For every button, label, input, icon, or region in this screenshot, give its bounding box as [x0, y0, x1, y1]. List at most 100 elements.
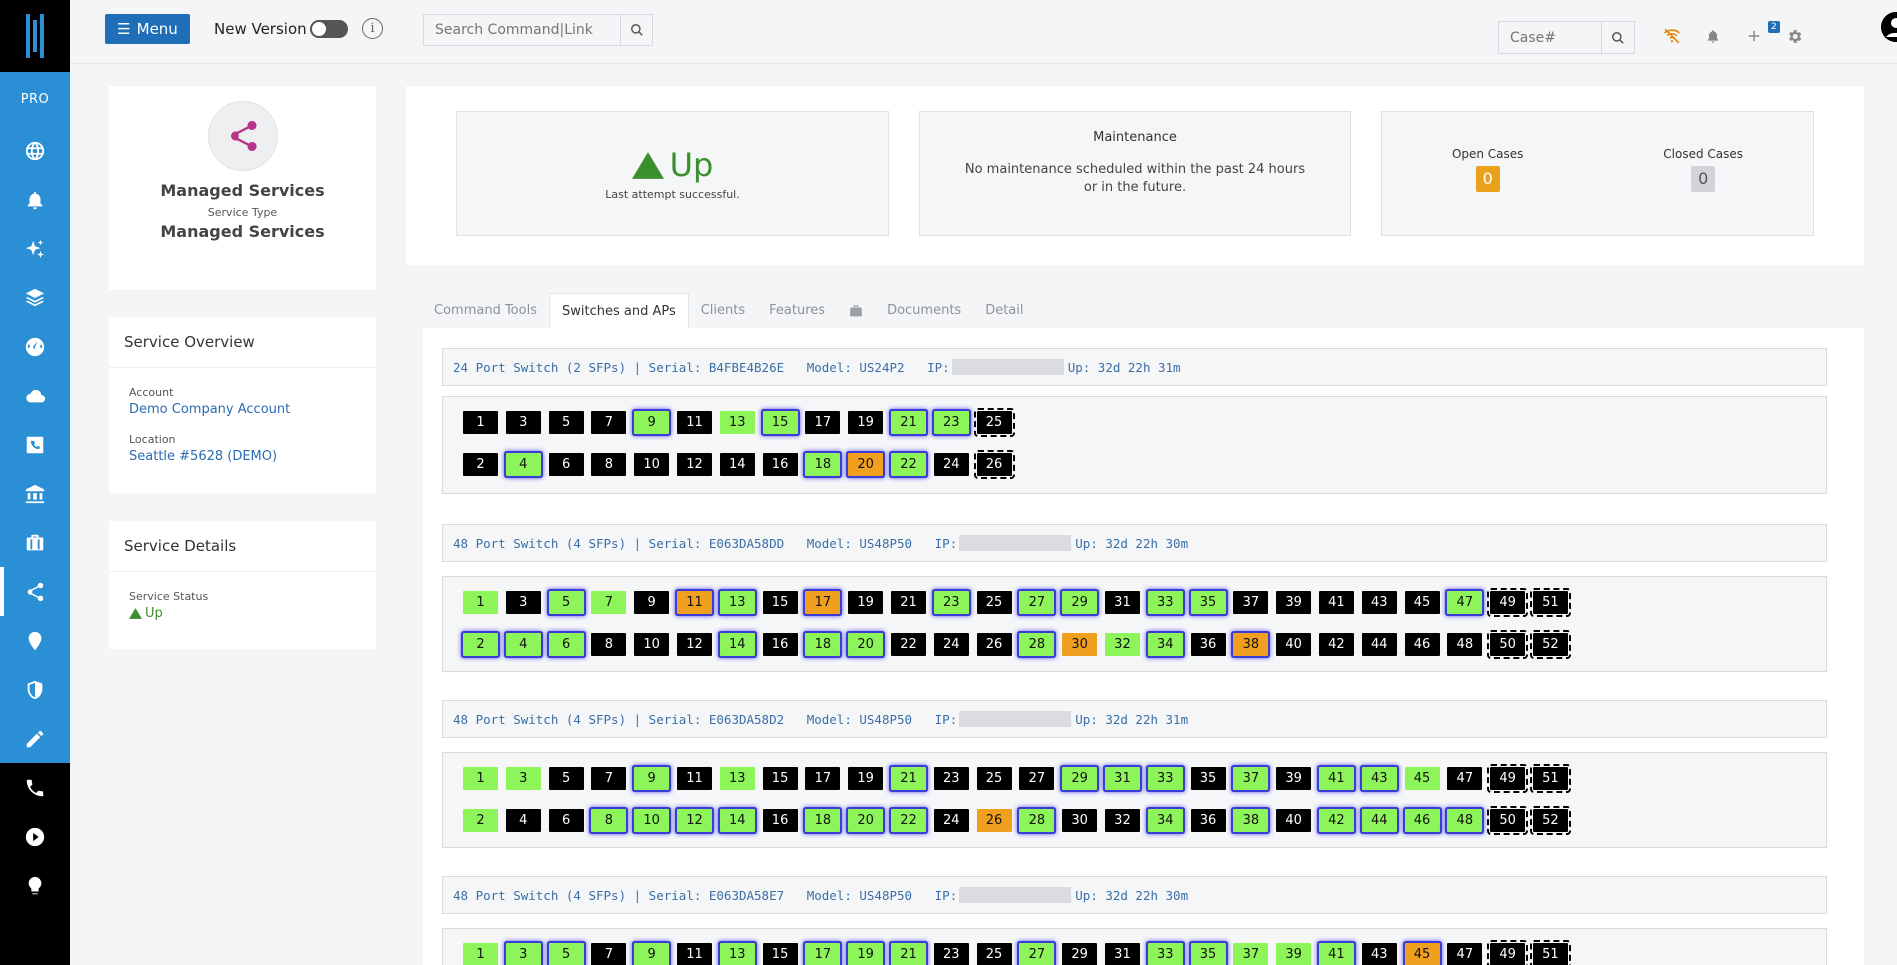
port-16[interactable]: 16	[762, 809, 798, 832]
port-15[interactable]: 15	[762, 411, 798, 434]
port-28[interactable]: 28	[1019, 809, 1055, 832]
port-3[interactable]: 3	[505, 943, 541, 965]
port-25[interactable]: 25	[976, 943, 1012, 965]
port-18[interactable]: 18	[805, 633, 841, 656]
port-37[interactable]: 37	[1233, 767, 1269, 790]
port-5[interactable]: 5	[548, 943, 584, 965]
port-1[interactable]: 1	[463, 591, 498, 614]
port-14[interactable]: 14	[719, 633, 755, 656]
tab-toolbox[interactable]	[837, 293, 875, 328]
port-9[interactable]: 9	[634, 591, 670, 614]
phone-icon[interactable]	[0, 763, 70, 812]
port-21[interactable]: 21	[890, 591, 926, 614]
port-48[interactable]: 48	[1447, 809, 1483, 832]
port-9[interactable]: 9	[634, 411, 670, 434]
port-19[interactable]: 19	[848, 591, 884, 614]
port-31[interactable]: 31	[1104, 591, 1140, 614]
layers-icon[interactable]	[0, 273, 70, 322]
port-10[interactable]: 10	[634, 453, 670, 476]
port-47[interactable]: 47	[1447, 591, 1483, 614]
logo[interactable]	[0, 0, 70, 72]
port-5[interactable]: 5	[548, 767, 584, 790]
tab-command-tools[interactable]: Command Tools	[422, 293, 549, 328]
port-2[interactable]: 2	[463, 809, 498, 832]
port-45[interactable]: 45	[1404, 767, 1440, 790]
port-36[interactable]: 36	[1190, 809, 1226, 832]
port-12[interactable]: 12	[676, 633, 712, 656]
port-10[interactable]: 10	[634, 633, 670, 656]
port-25[interactable]: 25	[976, 591, 1012, 614]
tab-detail[interactable]: Detail	[973, 293, 1035, 328]
port-42[interactable]: 42	[1318, 809, 1354, 832]
menu-button[interactable]: ☰ Menu	[105, 14, 190, 44]
port-13[interactable]: 13	[719, 591, 755, 614]
port-50[interactable]: 50	[1487, 630, 1529, 659]
port-23[interactable]: 23	[933, 591, 969, 614]
globe-icon[interactable]	[0, 126, 70, 175]
port-21[interactable]: 21	[890, 411, 926, 434]
port-20[interactable]: 20	[848, 633, 884, 656]
briefcase-icon[interactable]	[0, 518, 70, 567]
port-12[interactable]: 12	[676, 453, 712, 476]
port-2[interactable]: 2	[463, 453, 498, 476]
port-17[interactable]: 17	[805, 411, 841, 434]
port-50[interactable]: 50	[1487, 806, 1529, 835]
port-37[interactable]: 37	[1233, 591, 1269, 614]
port-20[interactable]: 20	[848, 453, 884, 476]
port-51[interactable]: 51	[1529, 940, 1571, 965]
port-1[interactable]: 1	[463, 767, 498, 790]
port-35[interactable]: 35	[1190, 591, 1226, 614]
port-8[interactable]: 8	[591, 633, 627, 656]
port-11[interactable]: 11	[676, 591, 712, 614]
port-18[interactable]: 18	[805, 809, 841, 832]
port-35[interactable]: 35	[1190, 767, 1226, 790]
port-10[interactable]: 10	[634, 809, 670, 832]
port-38[interactable]: 38	[1233, 633, 1269, 656]
new-version-toggle[interactable]	[310, 20, 348, 38]
tab-documents[interactable]: Documents	[875, 293, 973, 328]
port-23[interactable]: 23	[933, 411, 969, 434]
shield-icon[interactable]	[0, 665, 70, 714]
port-41[interactable]: 41	[1318, 943, 1354, 965]
case-input[interactable]	[1499, 22, 1601, 53]
port-40[interactable]: 40	[1276, 809, 1312, 832]
port-12[interactable]: 12	[676, 809, 712, 832]
port-4[interactable]: 4	[505, 633, 541, 656]
port-22[interactable]: 22	[890, 809, 926, 832]
port-39[interactable]: 39	[1276, 943, 1312, 965]
port-4[interactable]: 4	[505, 809, 541, 832]
port-13[interactable]: 13	[719, 767, 755, 790]
port-5[interactable]: 5	[548, 411, 584, 434]
port-38[interactable]: 38	[1233, 809, 1269, 832]
closed-cases[interactable]: Closed Cases 0	[1663, 147, 1743, 192]
port-29[interactable]: 29	[1062, 767, 1098, 790]
open-cases[interactable]: Open Cases 0	[1452, 147, 1523, 192]
port-17[interactable]: 17	[805, 767, 841, 790]
port-32[interactable]: 32	[1104, 809, 1140, 832]
port-34[interactable]: 34	[1147, 633, 1183, 656]
port-30[interactable]: 30	[1062, 633, 1098, 656]
lightbulb-icon[interactable]	[0, 861, 70, 910]
port-16[interactable]: 16	[762, 633, 798, 656]
port-2[interactable]: 2	[463, 633, 498, 656]
port-19[interactable]: 19	[848, 767, 884, 790]
port-33[interactable]: 33	[1147, 767, 1183, 790]
port-33[interactable]: 33	[1147, 591, 1183, 614]
port-9[interactable]: 9	[634, 943, 670, 965]
port-1[interactable]: 1	[463, 943, 498, 965]
port-11[interactable]: 11	[676, 411, 712, 434]
port-37[interactable]: 37	[1233, 943, 1269, 965]
port-6[interactable]: 6	[548, 809, 584, 832]
share-icon[interactable]	[0, 567, 70, 616]
port-27[interactable]: 27	[1019, 943, 1055, 965]
port-11[interactable]: 11	[676, 943, 712, 965]
port-29[interactable]: 29	[1062, 591, 1098, 614]
port-51[interactable]: 51	[1529, 588, 1571, 617]
cloud-icon[interactable]	[0, 371, 70, 420]
plus-icon[interactable]	[1742, 24, 1766, 48]
port-47[interactable]: 47	[1447, 767, 1483, 790]
case-search-button[interactable]	[1601, 22, 1634, 53]
port-24[interactable]: 24	[933, 809, 969, 832]
port-45[interactable]: 45	[1404, 943, 1440, 965]
port-21[interactable]: 21	[890, 767, 926, 790]
